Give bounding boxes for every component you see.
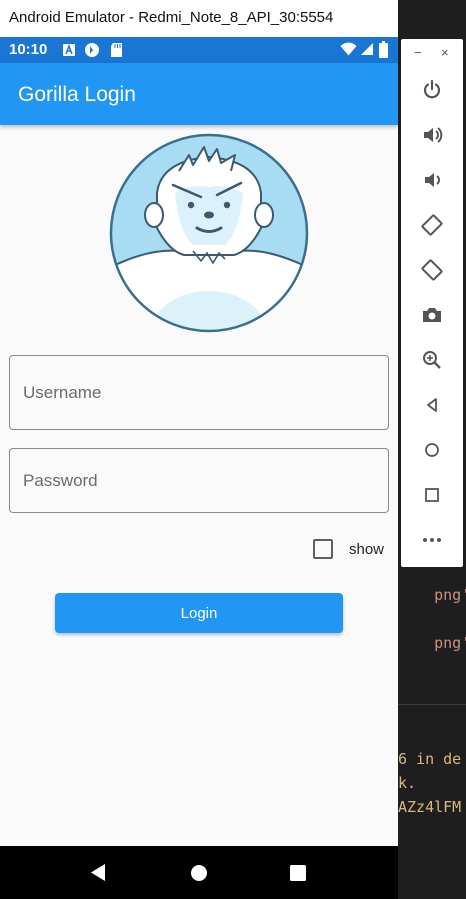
emulator-toolbar: − ×: [401, 39, 463, 567]
navigation-bar: [0, 846, 398, 899]
emulator-title-bar: Android Emulator - Redmi_Note_8_API_30:5…: [0, 0, 398, 37]
battery-icon: [379, 41, 388, 58]
volume-down-icon[interactable]: [417, 165, 447, 195]
code-line[interactable]: png');: [398, 568, 466, 622]
overview-icon[interactable]: [417, 480, 447, 510]
login-button-label: Login: [180, 604, 218, 622]
app-title: Gorilla Login: [18, 83, 136, 106]
rotate-left-icon[interactable]: [417, 210, 447, 240]
show-password-checkbox[interactable]: [313, 539, 333, 559]
camera-icon[interactable]: [417, 300, 447, 330]
username-field[interactable]: [9, 355, 389, 430]
status-time: 10:10: [9, 41, 48, 58]
screen: Android Emulator - Redmi_Note_8_API_30:5…: [0, 0, 466, 899]
power-icon[interactable]: [417, 75, 447, 105]
login-button[interactable]: Login: [55, 593, 343, 633]
nav-overview-icon[interactable]: [290, 865, 306, 881]
show-password-label: show: [349, 541, 385, 558]
rotate-right-icon[interactable]: [417, 255, 447, 285]
home-icon[interactable]: [417, 435, 447, 465]
code-line[interactable]: png');: [398, 616, 466, 670]
notification-a-icon: [63, 43, 75, 56]
password-input[interactable]: [10, 449, 388, 512]
status-bar: 10:10: [0, 37, 398, 63]
volume-up-icon[interactable]: [417, 120, 447, 150]
nav-home-icon[interactable]: [190, 864, 208, 882]
back-icon[interactable]: [417, 390, 447, 420]
cell-signal-icon: [361, 43, 373, 55]
close-button[interactable]: ×: [441, 45, 449, 60]
sd-card-icon: [111, 43, 122, 57]
output-line: 6 in de: [398, 750, 462, 768]
emulator-window-title: Android Emulator - Redmi_Note_8_API_30:5…: [9, 9, 334, 26]
wifi-icon: [340, 42, 357, 56]
output-line: AZz4lFM: [398, 798, 462, 816]
panel-divider: [398, 704, 466, 705]
minimize-button[interactable]: −: [414, 45, 422, 60]
more-icon[interactable]: [417, 525, 447, 555]
phone-screen: 10:10 Gorilla Login Username show Login: [0, 37, 398, 899]
nav-back-icon[interactable]: [89, 863, 107, 882]
notification-play-icon: [85, 43, 99, 57]
app-bar: Gorilla Login: [0, 63, 398, 125]
output-line: k.: [398, 774, 417, 792]
gorilla-avatar: [109, 133, 309, 333]
username-input[interactable]: [10, 356, 388, 429]
zoom-icon[interactable]: [417, 345, 447, 375]
password-field[interactable]: [9, 448, 389, 513]
